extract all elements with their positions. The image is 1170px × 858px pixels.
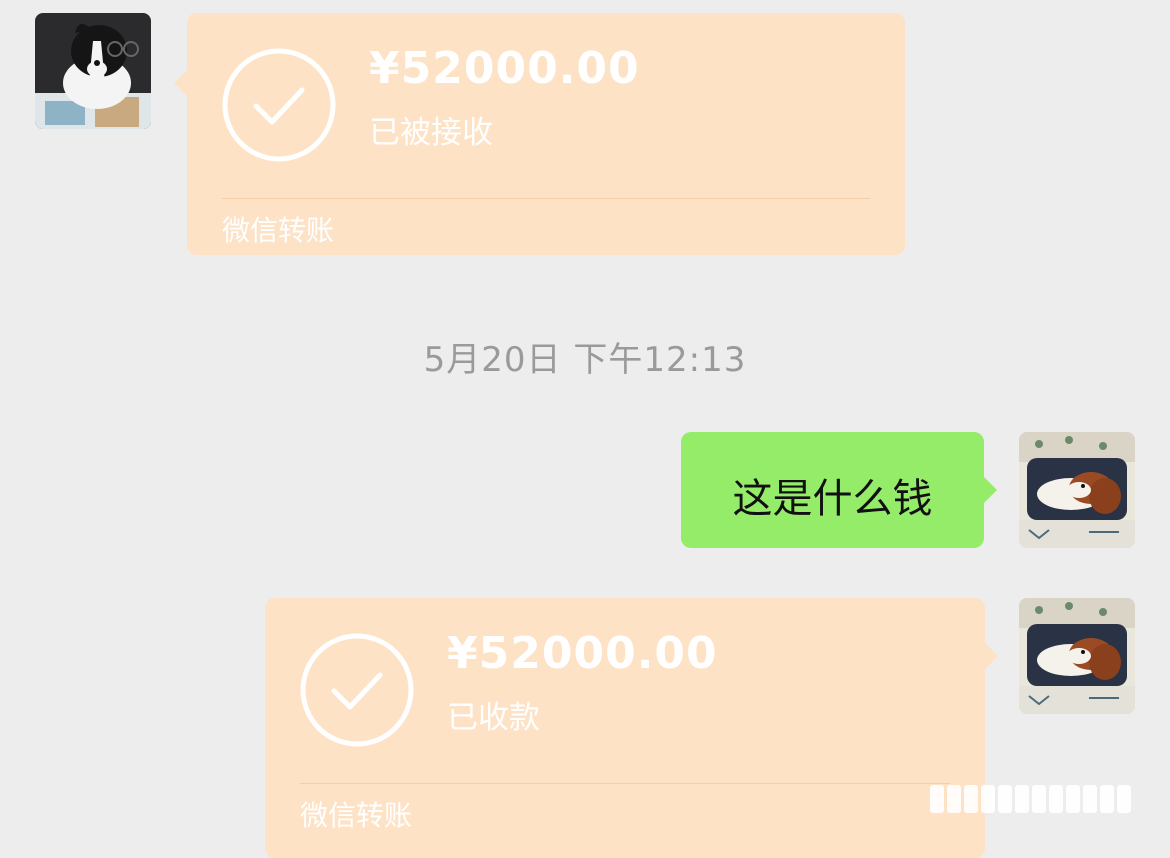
transfer-message-received[interactable]: ¥52000.00 已被接收 微信转账 [174,13,905,255]
bubble-tail [983,476,997,504]
self-avatar[interactable] [1019,432,1135,548]
divider [300,783,950,784]
text-message-bubble[interactable]: 这是什么钱 [681,432,997,548]
transfer-type-label: 微信转账 [300,799,413,832]
transfer-message-collected[interactable]: ¥52000.00 已收款 微信转账 [265,598,998,858]
transfer-amount: ¥52000.00 [369,43,640,94]
bubble-tail [984,642,998,670]
transfer-status: 已收款 [447,700,540,736]
sender-avatar[interactable] [35,13,151,129]
check-circle-icon [300,633,414,747]
watermark-bars [930,785,1170,815]
dog-avatar-icon [1019,432,1135,548]
check-circle-icon [222,48,336,162]
message-text: 这是什么钱 [732,476,933,522]
self-avatar[interactable] [1019,598,1135,714]
divider [222,198,870,199]
transfer-type-label: 微信转账 [222,214,335,247]
transfer-amount: ¥52000.00 [447,628,718,679]
dog-avatar-icon [35,13,151,129]
dog-avatar-icon [1019,598,1135,714]
transfer-status: 已被接收 [369,115,493,151]
message-timestamp: 5月20日 下午12:13 [423,340,747,380]
bubble-tail [174,69,188,97]
